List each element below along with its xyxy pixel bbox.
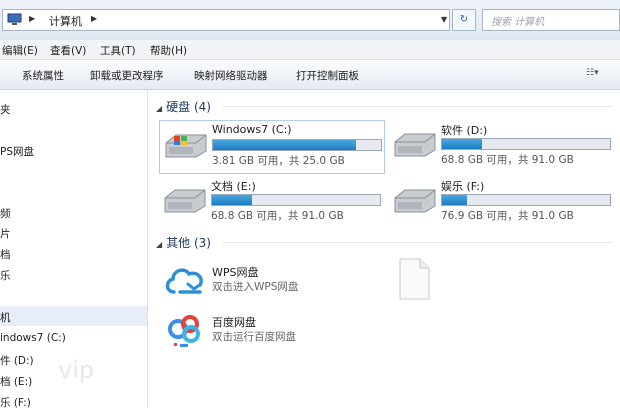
uninstall-program-button[interactable]: 卸载或更改程序: [90, 68, 164, 83]
section-header-other[interactable]: ◢ 其他 (3): [156, 234, 211, 251]
watermark: vip: [58, 356, 95, 384]
collapse-triangle-icon[interactable]: ◢: [156, 240, 162, 249]
windows-drive-icon: [165, 134, 207, 158]
nav-item-drive-f[interactable]: 乐 (F:): [0, 395, 31, 408]
blank-file-icon: [399, 258, 430, 300]
address-bar-row: ▶ 计算机 ▶ ▼ ↻ 搜索 计算机: [0, 0, 620, 40]
refresh-button[interactable]: ↻: [452, 9, 476, 31]
wps-cloud-item[interactable]: WPS网盘 双击进入WPS网盘: [164, 262, 384, 302]
address-bar[interactable]: ▶ 计算机 ▶ ▼: [2, 9, 450, 31]
nav-item-pictures[interactable]: 片: [0, 226, 11, 241]
nav-item-documents[interactable]: 档: [0, 247, 11, 262]
baidu-netdisk-item[interactable]: 百度网盘 双击运行百度网盘: [164, 312, 384, 352]
breadcrumb-arrow-icon[interactable]: ▶: [29, 14, 35, 23]
menu-tools[interactable]: 工具(T): [100, 43, 136, 58]
drive-usage-fill: [213, 140, 356, 150]
hard-drive-icon: [164, 189, 206, 213]
drive-name: Windows7 (C:): [212, 123, 292, 136]
drive-tile-f[interactable]: 娱乐 (F:) 76.9 GB 可用，共 91.0 GB: [389, 176, 615, 230]
menu-help[interactable]: 帮助(H): [150, 43, 187, 58]
nav-item-favorites[interactable]: 夹: [0, 102, 11, 117]
breadcrumb-computer[interactable]: 计算机: [49, 13, 82, 29]
hard-drive-icon: [394, 133, 436, 157]
drive-usage-bar: [211, 194, 381, 206]
command-bar: 系统属性 卸载或更改程序 映射网络驱动器 打开控制面板 ☷▾: [0, 61, 620, 90]
item-description: 双击运行百度网盘: [212, 331, 296, 343]
breadcrumb-arrow-icon[interactable]: ▶: [91, 14, 97, 23]
system-properties-button[interactable]: 系统属性: [22, 68, 64, 83]
open-control-panel-button[interactable]: 打开控制面板: [296, 68, 359, 83]
drive-usage-bar: [212, 139, 382, 151]
menu-edit[interactable]: 编辑(E): [2, 43, 38, 58]
drive-tile-d[interactable]: 软件 (D:) 68.8 GB 可用，共 91.0 GB: [389, 120, 615, 174]
unknown-item[interactable]: [398, 258, 432, 300]
item-name: WPS网盘: [212, 266, 259, 279]
collapse-triangle-icon[interactable]: ◢: [156, 104, 162, 113]
drive-usage-fill: [442, 195, 468, 205]
drive-name: 文档 (E:): [211, 180, 256, 193]
nav-item-videos[interactable]: 频: [0, 206, 11, 221]
drive-tile-c[interactable]: Windows7 (C:) 3.81 GB 可用，共 25.0 GB: [159, 120, 385, 174]
nav-item-drive-e[interactable]: 档 (E:): [0, 374, 32, 389]
drive-free-space: 3.81 GB 可用，共 25.0 GB: [212, 155, 345, 167]
drive-usage-fill: [212, 195, 253, 205]
search-placeholder: 搜索 计算机: [491, 17, 545, 28]
section-header-hard-disks[interactable]: ◢ 硬盘 (4): [156, 98, 211, 115]
section-divider: [222, 242, 612, 243]
chevron-down-icon[interactable]: ▼: [441, 15, 447, 24]
computer-icon: [7, 13, 22, 25]
menu-view[interactable]: 查看(V): [50, 43, 86, 58]
section-title: 硬盘 (4): [166, 100, 211, 114]
map-network-drive-button[interactable]: 映射网络驱动器: [194, 68, 268, 83]
nav-item-drive-d[interactable]: 件 (D:): [0, 353, 34, 368]
nav-item-drive-c[interactable]: indows7 (C:): [0, 332, 66, 344]
item-name: 百度网盘: [212, 316, 256, 329]
drive-free-space: 68.8 GB 可用，共 91.0 GB: [211, 210, 344, 222]
menu-bar: 编辑(E) 查看(V) 工具(T) 帮助(H): [0, 40, 620, 60]
section-divider: [222, 106, 612, 107]
section-title: 其他 (3): [166, 236, 211, 250]
nav-item-music[interactable]: 乐: [0, 268, 11, 283]
drive-free-space: 68.8 GB 可用，共 91.0 GB: [441, 154, 574, 166]
search-input[interactable]: 搜索 计算机: [482, 9, 620, 31]
baidu-netdisk-icon: [168, 315, 200, 347]
drive-tile-e[interactable]: 文档 (E:) 68.8 GB 可用，共 91.0 GB: [159, 176, 385, 230]
drive-free-space: 76.9 GB 可用，共 91.0 GB: [441, 210, 574, 222]
drive-usage-fill: [442, 139, 483, 149]
drive-name: 娱乐 (F:): [441, 180, 485, 193]
nav-item-wps-cloud[interactable]: PS网盘: [0, 144, 34, 159]
nav-selection-highlight: [0, 306, 147, 326]
item-description: 双击进入WPS网盘: [212, 281, 299, 293]
drive-usage-bar: [441, 138, 611, 150]
wps-cloud-icon: [165, 268, 203, 294]
change-view-icon[interactable]: ☷▾: [586, 68, 608, 82]
drive-name: 软件 (D:): [441, 124, 488, 137]
drive-usage-bar: [441, 194, 611, 206]
nav-item-computer[interactable]: 机: [0, 310, 11, 325]
hard-drive-icon: [394, 189, 436, 213]
